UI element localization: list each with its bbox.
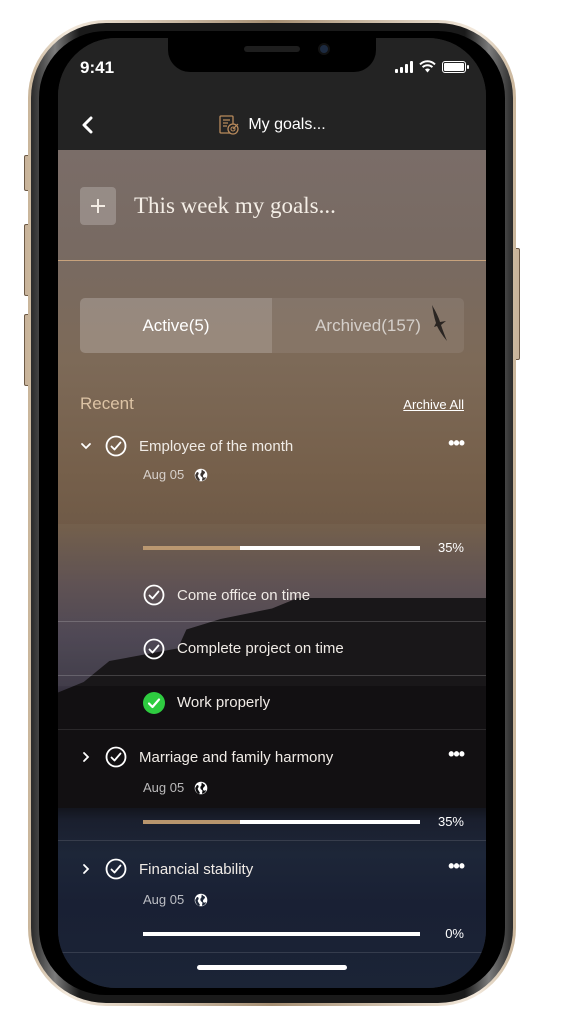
subtask-item[interactable]: Come office on time [58, 568, 486, 622]
screen: 9:41 My goals... This week my goals... A… [58, 38, 486, 988]
goal-divider [58, 840, 486, 841]
home-indicator[interactable] [197, 965, 347, 970]
cellular-signal-icon [395, 60, 413, 73]
progress-percent: 35% [437, 814, 464, 829]
chevron-right-icon [83, 864, 90, 874]
progress-bar [143, 931, 420, 936]
goals-content: This week my goals... Active(5) Archived… [58, 150, 486, 988]
subtask-label: Come office on time [177, 586, 311, 604]
globe-icon [194, 781, 208, 794]
progress-percent: 0% [445, 926, 464, 941]
goal-status-tabs: Active(5) Archived(157) [80, 298, 464, 353]
globe-icon [194, 893, 208, 906]
chevron-down-icon [81, 443, 91, 450]
goal-progress: 0% [143, 926, 464, 941]
goal-date: Aug 05 [143, 780, 185, 795]
section-title-recent: Recent [80, 394, 134, 413]
page-title: My goals... [248, 116, 326, 133]
more-options-icon[interactable]: ••• [448, 434, 465, 454]
goal-item[interactable]: Marriage and family harmony ••• [80, 742, 465, 772]
goal-date: Aug 05 [143, 467, 185, 482]
plus-icon [91, 199, 105, 213]
more-options-icon[interactable]: ••• [448, 745, 465, 765]
check-circle-icon[interactable] [105, 746, 127, 768]
composer-divider [58, 260, 486, 261]
add-goal-button[interactable] [80, 187, 116, 225]
goal-progress: 35% [143, 814, 464, 829]
goal-item[interactable]: Employee of the month ••• [80, 431, 465, 461]
goal-divider [58, 952, 486, 953]
globe-icon [194, 468, 208, 481]
composer-title[interactable]: This week my goals... [134, 193, 336, 219]
status-bar: 9:41 [58, 38, 486, 102]
subtask-label: Complete project on time [177, 640, 344, 657]
speaker [244, 46, 300, 52]
expand-toggle[interactable] [80, 863, 100, 875]
check-circle-icon[interactable] [143, 638, 165, 660]
goal-item[interactable]: Financial stability ••• [80, 854, 465, 884]
battery-icon [442, 60, 469, 73]
goal-title: Marriage and family harmony [139, 748, 334, 766]
expand-toggle[interactable] [80, 751, 100, 763]
collapse-toggle[interactable] [80, 440, 100, 452]
check-filled-icon[interactable] [143, 691, 165, 714]
tab-active[interactable]: Active(5) [80, 298, 272, 353]
check-circle-icon[interactable] [105, 435, 127, 457]
notch [168, 38, 376, 72]
goal-title: Financial stability [139, 860, 254, 878]
subtask-label: Work properly [177, 694, 271, 711]
progress-bar [143, 819, 420, 824]
goal-title: Employee of the month [139, 437, 294, 455]
subtask-item[interactable]: Complete project on time [58, 622, 486, 676]
archive-all-link[interactable]: Archive All [403, 397, 464, 412]
subtask-item[interactable]: Work properly [58, 676, 486, 730]
goal-checklist-icon [219, 115, 239, 135]
bird-silhouette [432, 305, 447, 341]
navigation-bar: My goals... [58, 102, 486, 150]
goal-composer: This week my goals... [80, 187, 336, 225]
more-options-icon[interactable]: ••• [448, 857, 465, 877]
chevron-right-icon [83, 752, 90, 762]
check-circle-icon[interactable] [105, 858, 127, 880]
front-camera [318, 43, 330, 55]
progress-fill [143, 819, 240, 824]
goal-date: Aug 05 [143, 892, 185, 907]
status-time: 9:41 [80, 58, 115, 77]
check-circle-icon[interactable] [143, 584, 165, 606]
wifi-icon [419, 60, 436, 73]
